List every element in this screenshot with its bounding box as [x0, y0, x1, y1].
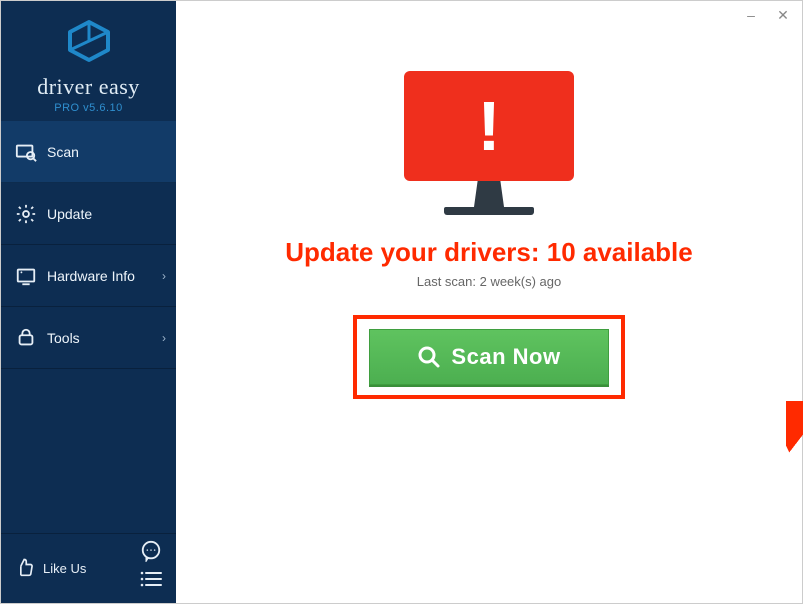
logo-icon	[65, 19, 113, 68]
like-us-label: Like Us	[43, 561, 86, 576]
app-version: v5.6.10	[83, 102, 123, 114]
monitor-base	[444, 207, 534, 215]
scan-highlight-frame: Scan Now	[353, 315, 625, 399]
sidebar-footer: Like Us	[1, 533, 176, 603]
sidebar-item-label: Update	[47, 206, 92, 222]
like-us-button[interactable]: Like Us	[15, 557, 86, 580]
thumbs-up-icon	[15, 557, 35, 580]
exclamation-icon: !	[477, 91, 500, 161]
update-headline: Update your drivers: 10 available	[285, 237, 693, 268]
chat-icon[interactable]	[140, 540, 162, 567]
monitor-alert-icon: !	[404, 71, 574, 215]
sidebar-item-label: Tools	[47, 330, 80, 346]
window-controls: – ✕	[742, 7, 792, 24]
sidebar: driver easy PRO v5.6.10 Scan	[1, 1, 176, 603]
app-edition: PRO	[54, 102, 79, 114]
chevron-right-icon: ›	[162, 331, 166, 345]
sidebar-item-label: Hardware Info	[47, 268, 135, 284]
sidebar-nav: Scan Update	[1, 121, 176, 533]
last-scan-text: Last scan: 2 week(s) ago	[417, 274, 562, 289]
minimize-button[interactable]: –	[742, 7, 760, 24]
app-title: driver easy	[37, 74, 140, 100]
scan-icon	[15, 141, 37, 163]
sidebar-item-hardware-info[interactable]: Hardware Info ›	[1, 245, 176, 307]
search-icon	[417, 345, 441, 369]
sidebar-item-label: Scan	[47, 144, 79, 160]
main-content: ! Update your drivers: 10 available Last…	[176, 1, 802, 399]
monitor-screen: !	[404, 71, 574, 181]
main-panel: – ✕ ! Update your drivers: 10 available …	[176, 1, 802, 603]
hardware-icon	[15, 265, 37, 287]
tools-icon	[15, 327, 37, 349]
chevron-right-icon: ›	[162, 269, 166, 283]
sidebar-item-update[interactable]: Update	[1, 183, 176, 245]
app-window: driver easy PRO v5.6.10 Scan	[0, 0, 803, 604]
sidebar-item-scan[interactable]: Scan	[1, 121, 176, 183]
sidebar-item-tools[interactable]: Tools ›	[1, 307, 176, 369]
annotation-arrow-icon	[786, 401, 803, 471]
logo-area: driver easy PRO v5.6.10	[1, 1, 176, 121]
app-version-line: PRO v5.6.10	[54, 102, 123, 114]
monitor-neck	[474, 181, 504, 207]
gear-icon	[15, 203, 37, 225]
hamburger-icon[interactable]	[140, 570, 162, 593]
close-button[interactable]: ✕	[774, 7, 792, 24]
scan-now-button[interactable]: Scan Now	[369, 329, 609, 385]
scan-now-label: Scan Now	[451, 344, 560, 370]
